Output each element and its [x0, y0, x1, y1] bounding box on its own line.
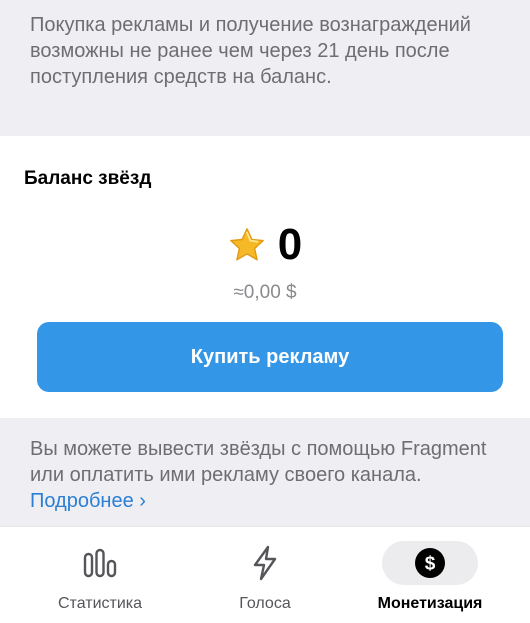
tab-statistics-label: Статистика [57, 595, 143, 612]
tab-monetization[interactable]: $ Монетизация [365, 527, 495, 623]
monetization-screen: Покупка рекламы и получение вознагражден… [0, 0, 530, 623]
active-tab-indicator: $ [382, 541, 478, 585]
lightning-icon [253, 545, 277, 581]
bottom-notice-paragraph: Вы можете вывести звёзды с помощью Fragm… [30, 436, 502, 514]
tab-monetization-label: Монетизация [377, 595, 483, 612]
tab-statistics[interactable]: Статистика [40, 527, 160, 623]
bottom-tab-bar: Статистика Голоса $ Монетизация [0, 526, 530, 623]
bar-chart-icon [83, 548, 117, 578]
bottom-notice-text: Вы можете вывести звёзды с помощью Fragm… [30, 438, 487, 486]
balance-row: 0 [0, 220, 530, 270]
svg-text:$: $ [425, 554, 436, 575]
bottom-notice: Вы можете вывести звёзды с помощью Fragm… [0, 418, 530, 526]
learn-more-link[interactable]: Подробнее › [30, 490, 146, 512]
dollar-coin-icon: $ [415, 548, 445, 578]
top-notice-text: Покупка рекламы и получение вознагражден… [30, 14, 471, 88]
balance-title: Баланс звёзд [24, 168, 152, 189]
buy-ads-button[interactable]: Купить рекламу [37, 322, 503, 392]
star-icon [229, 228, 264, 261]
balance-usd-equivalent: ≈0,00 $ [233, 282, 297, 303]
tab-voices[interactable]: Голоса [205, 527, 325, 623]
tab-voices-label: Голоса [239, 595, 291, 612]
balance-section: Баланс звёзд 0 ≈0,00 $ Купить рекламу [0, 136, 530, 418]
star-balance-value: 0 [277, 220, 303, 269]
top-notice: Покупка рекламы и получение вознагражден… [0, 0, 530, 136]
